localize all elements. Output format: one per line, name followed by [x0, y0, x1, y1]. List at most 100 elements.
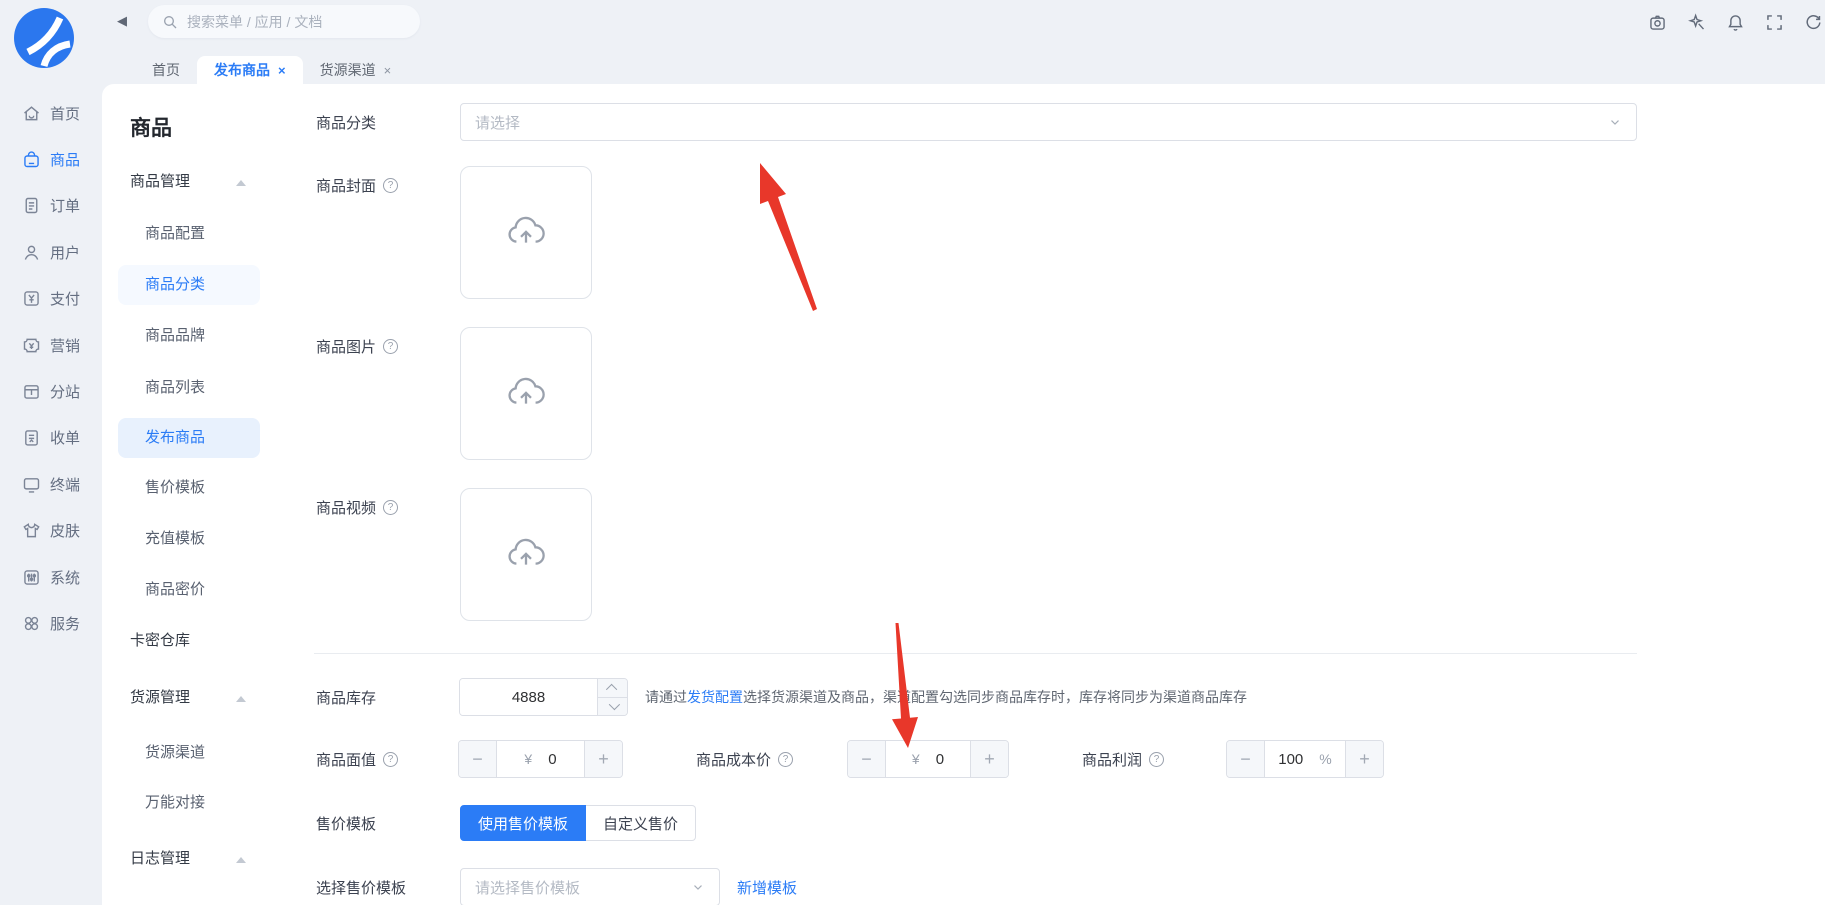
field-label-select-template: 选择售价模板	[316, 868, 406, 905]
help-icon[interactable]: ?	[383, 178, 398, 193]
decrement-button[interactable]: −	[1227, 741, 1265, 777]
tab-publish-goods[interactable]: 发布商品 ×	[197, 56, 303, 84]
nav-item-label: 皮肤	[50, 520, 80, 541]
help-icon[interactable]: ?	[383, 500, 398, 515]
search-icon	[162, 14, 178, 30]
sidebar-item-log-management[interactable]: 日志管理	[118, 839, 260, 879]
nav-item-marketing[interactable]: 营销	[0, 322, 102, 368]
nav-item-label: 营销	[50, 335, 80, 356]
close-icon[interactable]: ×	[278, 64, 286, 77]
field-label-price-template: 售价模板	[316, 805, 376, 841]
decrement-button[interactable]: −	[848, 741, 886, 777]
add-template-link[interactable]: 新增模板	[737, 868, 797, 905]
sidebar-item-goods-config[interactable]: 商品配置	[118, 214, 260, 254]
sidebar-item-universal-connect[interactable]: 万能对接	[118, 783, 260, 823]
chevron-up-icon	[236, 696, 246, 702]
chevron-down-icon	[691, 880, 705, 894]
nav-item-goods[interactable]: 商品	[0, 136, 102, 182]
nav-item-payment[interactable]: 支付	[0, 276, 102, 322]
main-content: 商品 商品管理 商品配置 商品分类 商品品牌 商品列表 发布商品 售价模板 充值…	[102, 84, 1825, 905]
nav-item-label: 服务	[50, 613, 80, 634]
sidebar-item-supply-management[interactable]: 货源管理	[118, 678, 260, 718]
page-title: 商品	[130, 112, 172, 142]
images-upload-box[interactable]	[460, 327, 592, 460]
cloud-upload-icon	[503, 210, 549, 256]
substation-icon	[21, 381, 42, 402]
receipt-icon	[21, 427, 42, 448]
sidebar-item-goods-secret-price[interactable]: 商品密价	[118, 570, 260, 610]
custom-price-button[interactable]: 自定义售价	[586, 805, 696, 841]
fullscreen-icon[interactable]	[1763, 11, 1785, 33]
primary-sidebar: 首页 商品 订单 用户 支付 营销 分站 收单	[0, 0, 102, 905]
spinner-up-icon[interactable]	[598, 679, 627, 698]
nav-item-label: 系统	[50, 567, 80, 588]
user-icon	[21, 242, 42, 263]
sidebar-item-card-warehouse[interactable]: 卡密仓库	[118, 621, 260, 661]
cover-upload-box[interactable]	[460, 166, 592, 299]
sidebar-item-goods-management[interactable]: 商品管理	[118, 162, 260, 202]
nav-item-skin[interactable]: 皮肤	[0, 508, 102, 554]
stock-input-field[interactable]	[460, 679, 597, 715]
sidebar-item-goods-brand[interactable]: 商品品牌	[118, 316, 260, 356]
service-icon	[21, 613, 42, 634]
face-value-stepper: − ¥0 +	[458, 740, 623, 778]
help-icon[interactable]: ?	[383, 339, 398, 354]
field-label-cost-price: 商品成本价?	[696, 740, 793, 778]
topbar: ◀ 搜索菜单 / 应用 / 文档 网站管理	[102, 0, 1825, 44]
close-icon[interactable]: ×	[384, 64, 392, 77]
nav-item-service[interactable]: 服务	[0, 600, 102, 646]
price-template-select[interactable]: 请选择售价模板	[460, 868, 720, 905]
increment-button[interactable]: +	[970, 741, 1008, 777]
camera-icon[interactable]	[1646, 11, 1668, 33]
cloud-upload-icon	[503, 532, 549, 578]
use-price-template-button[interactable]: 使用售价模板	[460, 805, 586, 841]
sidebar-item-price-template[interactable]: 售价模板	[118, 468, 260, 508]
nav-item-label: 首页	[50, 103, 80, 124]
nav-item-users[interactable]: 用户	[0, 229, 102, 275]
nav-item-label: 用户	[50, 242, 80, 263]
nav-item-orders[interactable]: 订单	[0, 183, 102, 229]
sidebar-item-goods-list[interactable]: 商品列表	[118, 368, 260, 408]
nav-item-home[interactable]: 首页	[0, 90, 102, 136]
refresh-icon[interactable]	[1802, 11, 1824, 33]
field-label-profit: 商品利润?	[1082, 740, 1164, 778]
help-icon[interactable]: ?	[1149, 752, 1164, 767]
nav-item-system[interactable]: 系统	[0, 554, 102, 600]
nav-item-label: 终端	[50, 474, 80, 495]
sidebar-collapse-icon[interactable]: ◀	[114, 12, 130, 30]
tab-supply-channel[interactable]: 货源渠道 ×	[303, 56, 409, 84]
stock-hint: 请通过发货配置选择货源渠道及商品，渠道配置勾选同步商品库存时，库存将同步为渠道商…	[645, 678, 1247, 716]
help-icon[interactable]: ?	[383, 752, 398, 767]
category-select[interactable]: 请选择	[460, 103, 1637, 141]
increment-button[interactable]: +	[1345, 741, 1383, 777]
video-upload-box[interactable]	[460, 488, 592, 621]
increment-button[interactable]: +	[584, 741, 622, 777]
shipping-config-link[interactable]: 发货配置	[687, 687, 743, 707]
app-logo	[14, 8, 74, 68]
order-icon	[21, 195, 42, 216]
nav-item-receipt[interactable]: 收单	[0, 415, 102, 461]
skin-icon	[21, 520, 42, 541]
payment-icon	[21, 288, 42, 309]
cloud-upload-icon	[503, 371, 549, 417]
sidebar-item-goods-category[interactable]: 商品分类	[118, 265, 260, 305]
terminal-icon	[21, 474, 42, 495]
magic-star-icon[interactable]	[1685, 11, 1707, 33]
spinner-down-icon[interactable]	[598, 698, 627, 716]
nav-item-substation[interactable]: 分站	[0, 368, 102, 414]
tabbar: 首页 发布商品 × 货源渠道 ×	[102, 44, 1825, 84]
sidebar-item-publish-goods[interactable]: 发布商品	[118, 418, 260, 458]
nav-item-label: 商品	[50, 149, 80, 170]
nav-item-terminal[interactable]: 终端	[0, 461, 102, 507]
field-label-images: 商品图片?	[316, 327, 398, 365]
field-label-video: 商品视频?	[316, 488, 398, 526]
system-icon	[21, 567, 42, 588]
sidebar-item-recharge-template[interactable]: 充值模板	[118, 519, 260, 559]
search-input[interactable]: 搜索菜单 / 应用 / 文档	[148, 5, 420, 38]
tab-home[interactable]: 首页	[135, 56, 197, 84]
sidebar-item-supply-channel[interactable]: 货源渠道	[118, 733, 260, 773]
decrement-button[interactable]: −	[459, 741, 497, 777]
bell-icon[interactable]	[1724, 11, 1746, 33]
help-icon[interactable]: ?	[778, 752, 793, 767]
section-divider	[314, 653, 1637, 654]
